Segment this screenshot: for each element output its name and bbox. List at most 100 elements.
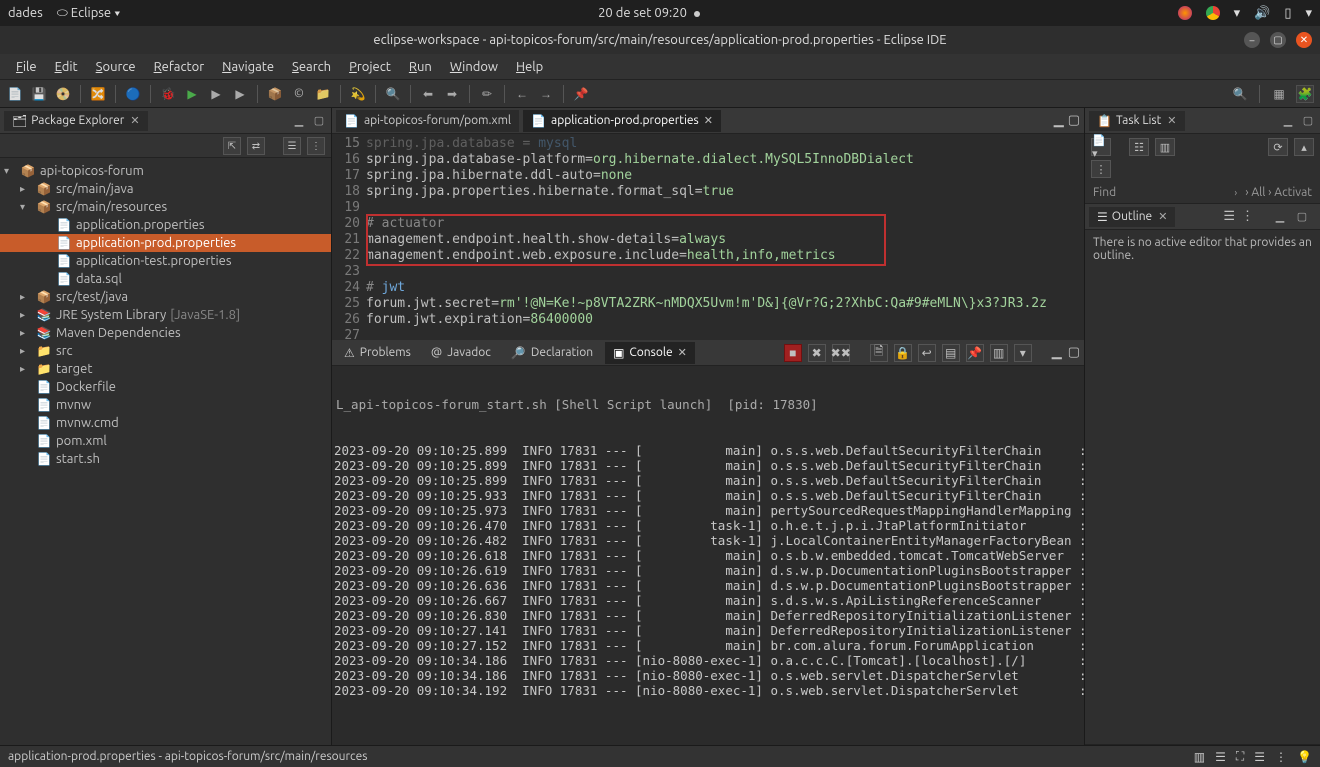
link-editor-icon[interactable]: ⇄ [247, 137, 265, 155]
package-tree[interactable]: ▾📦api-topicos-forum▸📦src/main/java▾📦src/… [0, 158, 331, 745]
minimize-view-icon[interactable]: ▁ [1272, 209, 1288, 225]
close-icon[interactable]: ✕ [1167, 114, 1176, 127]
new-package-icon[interactable]: 📦 [266, 85, 284, 103]
editor-minimize-icon[interactable]: ▁ [1054, 113, 1064, 128]
remove-launch-icon[interactable]: ✖ [808, 344, 826, 362]
menu-edit[interactable]: Edit [47, 57, 86, 77]
search-icon[interactable]: 🔍 [384, 85, 402, 103]
categorize-icon[interactable]: ☷ [1129, 138, 1149, 156]
status-icon[interactable]: ☰ [1215, 750, 1226, 764]
task-list-tab[interactable]: 📋 Task List ✕ [1089, 111, 1185, 131]
activities-label[interactable]: dades [8, 6, 43, 20]
forward-icon[interactable]: → [537, 85, 555, 103]
annotation-next-icon[interactable]: ➡ [443, 85, 461, 103]
show-console-icon[interactable]: ▤ [942, 344, 960, 362]
run-icon[interactable]: ▶ [183, 85, 201, 103]
menu-navigate[interactable]: Navigate [214, 57, 282, 77]
status-icon[interactable]: ⛶ [1236, 750, 1244, 764]
maximize-view-icon[interactable]: ▢ [311, 113, 327, 129]
coverage-icon[interactable]: ▶ [207, 85, 225, 103]
menu-source[interactable]: Source [88, 57, 144, 77]
tree-item[interactable]: 📄Dockerfile [0, 378, 331, 396]
status-icon[interactable]: ⋮ [1275, 750, 1287, 764]
minimize-view-icon[interactable]: ▁ [1280, 113, 1296, 129]
window-maximize-button[interactable]: ▢ [1270, 32, 1286, 48]
maximize-view-icon[interactable]: ▢ [1300, 113, 1316, 129]
outline-menu-icon[interactable]: ⋮ [1241, 209, 1254, 225]
system-menu-icon[interactable]: ▾ [1305, 6, 1312, 21]
save-all-icon[interactable]: 📀 [54, 85, 72, 103]
menu-project[interactable]: Project [341, 57, 399, 77]
wifi-icon[interactable]: ▾ [1234, 6, 1241, 21]
save-icon[interactable]: 💾 [30, 85, 48, 103]
tree-item[interactable]: 📄application-prod.properties [0, 234, 331, 252]
window-minimize-button[interactable]: – [1244, 32, 1260, 48]
pin-icon[interactable]: 📌 [572, 85, 590, 103]
focus-task-icon[interactable]: ☰ [283, 137, 301, 155]
run-last-icon[interactable]: ▶ [231, 85, 249, 103]
tree-item[interactable]: ▸📁src [0, 342, 331, 360]
tree-item[interactable]: 📄mvnw.cmd [0, 414, 331, 432]
bottom-tab-console[interactable]: ▣Console✕ [605, 342, 695, 364]
schedule-icon[interactable]: ▥ [1155, 138, 1175, 156]
tree-item[interactable]: ▾📦src/main/resources [0, 198, 331, 216]
display-selected-icon[interactable]: ▥ [990, 344, 1008, 362]
clear-console-icon[interactable]: 🗎 [870, 344, 888, 362]
tree-item[interactable]: 📄pom.xml [0, 432, 331, 450]
bottom-maximize-icon[interactable]: ▢ [1068, 345, 1080, 360]
new-class-icon[interactable]: © [290, 85, 308, 103]
menu-file[interactable]: File [8, 57, 45, 77]
bottom-tab-declaration[interactable]: 🔎Declaration [503, 342, 601, 364]
tree-item[interactable]: 📄application.properties [0, 216, 331, 234]
maximize-view-icon[interactable]: ▢ [1294, 209, 1310, 225]
console-output[interactable]: L_api-topicos-forum_start.sh [Shell Scri… [332, 366, 1084, 745]
menu-run[interactable]: Run [401, 57, 440, 77]
tree-item[interactable]: 📄data.sql [0, 270, 331, 288]
back-icon[interactable]: ← [513, 85, 531, 103]
close-icon[interactable]: ✕ [678, 346, 687, 359]
remove-all-icon[interactable]: ✖✖ [832, 344, 850, 362]
sync-icon[interactable]: ⟳ [1268, 138, 1288, 156]
battery-icon[interactable]: ▯ [1284, 6, 1291, 21]
find-label[interactable]: Find [1093, 186, 1116, 199]
switch-icon[interactable]: 🔀 [89, 85, 107, 103]
scroll-lock-icon[interactable]: 🔒 [894, 344, 912, 362]
stop-icon[interactable]: 💫 [349, 85, 367, 103]
bottom-tab-problems[interactable]: ⚠Problems [336, 342, 419, 364]
tree-item[interactable]: ▾📦api-topicos-forum [0, 162, 331, 180]
terminate-icon[interactable]: ■ [784, 344, 802, 362]
minimize-view-icon[interactable]: ▁ [291, 113, 307, 129]
bottom-tab-javadoc[interactable]: @Javadoc [423, 342, 499, 363]
status-icon[interactable]: ▥ [1194, 750, 1205, 764]
volume-icon[interactable]: 🔊 [1254, 6, 1270, 21]
java-perspective-icon[interactable]: 🧩 [1296, 85, 1314, 103]
view-menu-icon[interactable]: ⋮ [1091, 160, 1111, 178]
view-menu-icon[interactable]: ⋮ [307, 137, 325, 155]
editor-code[interactable]: spring.jpa.database = mysqlspring.jpa.da… [366, 134, 1084, 340]
menu-search[interactable]: Search [284, 57, 339, 77]
tree-item[interactable]: ▸📚JRE System Library [JavaSE-1.8] [0, 306, 331, 324]
tree-item[interactable]: 📄mvnw [0, 396, 331, 414]
editor-tab[interactable]: 📄api-topicos-forum/pom.xml [336, 110, 519, 132]
close-icon[interactable]: ✕ [1158, 210, 1167, 223]
menu-help[interactable]: Help [508, 57, 551, 77]
bottom-minimize-icon[interactable]: ▁ [1052, 345, 1062, 360]
editor-tab[interactable]: 📄application-prod.properties✕ [523, 110, 721, 132]
tree-item[interactable]: 📄start.sh [0, 450, 331, 468]
close-icon[interactable]: ✕ [704, 114, 713, 127]
app-menu-label[interactable]: ⬭ Eclipse ▾ [57, 6, 121, 21]
outline-tab[interactable]: ☰ Outline ✕ [1089, 207, 1175, 227]
os-clock[interactable]: 20 de set 09:20 [598, 6, 687, 20]
quick-access-icon[interactable]: 🔍 [1231, 85, 1249, 103]
task-filter-label[interactable]: › All › Activat [1245, 186, 1312, 199]
debug-icon[interactable]: 🐞 [159, 85, 177, 103]
window-close-button[interactable]: ✕ [1296, 32, 1312, 48]
tree-item[interactable]: ▸📚Maven Dependencies [0, 324, 331, 342]
focus-outline-icon[interactable]: ☰ [1223, 209, 1235, 225]
open-type-icon[interactable]: 🔵 [124, 85, 142, 103]
status-icon[interactable]: ☰ [1254, 750, 1265, 764]
new-icon[interactable]: 📄 [6, 85, 24, 103]
new-task-icon[interactable]: 📄▾ [1091, 138, 1111, 156]
open-console-icon[interactable]: ▾ [1014, 344, 1032, 362]
menu-window[interactable]: Window [442, 57, 506, 77]
